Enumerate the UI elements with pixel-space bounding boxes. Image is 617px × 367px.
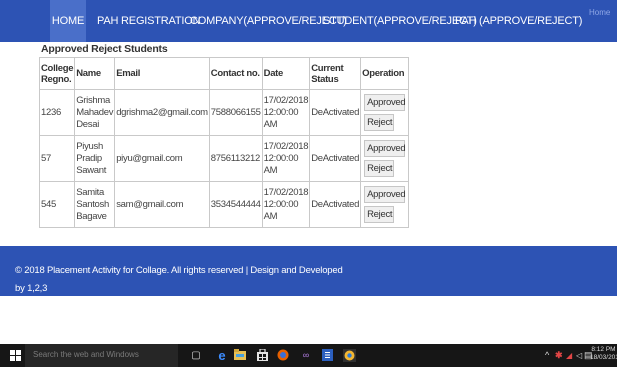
show-hidden-icons-chevron-icon[interactable]: ^: [545, 350, 549, 361]
page-footer: © 2018 Placement Activity for Collage. A…: [0, 246, 617, 296]
store-icon[interactable]: [256, 348, 268, 362]
reject-button[interactable]: Reject: [364, 113, 395, 131]
col-header-regno: College Regno.: [38, 57, 76, 90]
nav-home[interactable]: HOME: [50, 0, 86, 42]
cell-date: 17/02/2018 12:00:00 AM: [261, 135, 311, 182]
clock-date: 18/03/2018: [590, 354, 617, 361]
approve-button[interactable]: Approved: [364, 185, 406, 203]
page-title: Approved Reject Students: [41, 43, 168, 55]
table-header-row: College Regno. Name Email Contact no. Dat…: [38, 57, 410, 90]
cell-operation: Approved Reject: [360, 181, 410, 228]
search-placeholder: Search the web and Windows: [33, 350, 139, 359]
windows-start-icon[interactable]: [10, 350, 21, 361]
cell-contact: 3534544444: [208, 181, 263, 228]
network-icon[interactable]: ◢: [566, 350, 572, 361]
footer-credits: by 1,2,3: [15, 283, 48, 294]
cell-regno: 1236: [38, 89, 76, 136]
cell-operation: Approved Reject: [360, 89, 410, 136]
cell-email: sam@gmail.com: [114, 181, 210, 228]
table-row: 57 Piyush Pradip Sawant piyu@gmail.com 875…: [38, 135, 410, 182]
reject-button[interactable]: Reject: [364, 159, 395, 177]
students-table: College Regno. Name Email Contact no. Dat…: [38, 57, 410, 228]
approve-button[interactable]: Approved: [364, 139, 406, 157]
cell-date: 17/02/2018 12:00:00 AM: [261, 89, 311, 136]
col-header-status: Current Status: [309, 57, 362, 90]
table-row: 1236 Grishma Mahadev Desai dgrishma2@gmail…: [38, 89, 410, 136]
cell-regno: 545: [38, 181, 76, 228]
cell-status: DeActivated: [309, 135, 362, 182]
top-navbar: HOME PAH REGISTRATION COMPANY(APPROVE/RE…: [0, 0, 617, 42]
clock-time: 8:12 PM: [591, 346, 616, 353]
cell-date: 17/02/2018 12:00:00 AM: [261, 181, 311, 228]
word-icon[interactable]: [321, 349, 333, 362]
col-header-email: Email: [114, 57, 210, 90]
footer-copyright: © 2018 Placement Activity for Collage. A…: [15, 265, 343, 276]
edge-icon[interactable]: e: [216, 349, 228, 362]
cell-contact: 8756113212: [208, 135, 263, 182]
col-header-contact: Contact no.: [208, 57, 263, 90]
link-icon[interactable]: ∞: [300, 349, 312, 362]
cell-contact: 7588066155: [208, 89, 263, 136]
chrome-icon[interactable]: [343, 349, 356, 362]
volume-icon[interactable]: ◁: [576, 350, 582, 361]
cell-name: Piyush Pradip Sawant: [74, 135, 116, 182]
cell-status: DeActivated: [309, 89, 362, 136]
cell-name: Grishma Mahadev Desai: [74, 89, 116, 136]
col-header-date: Date: [261, 57, 311, 90]
file-explorer-icon[interactable]: [234, 349, 246, 362]
task-view-icon[interactable]: ▢: [190, 349, 202, 362]
taskbar-search-input[interactable]: Search the web and Windows: [25, 344, 178, 367]
nav-pah-registration[interactable]: PAH REGISTRATION: [97, 15, 201, 27]
cell-status: DeActivated: [309, 181, 362, 228]
firefox-icon[interactable]: [277, 349, 289, 362]
cell-regno: 57: [38, 135, 76, 182]
cell-operation: Approved Reject: [360, 135, 410, 182]
cell-email: piyu@gmail.com: [114, 135, 210, 182]
table-row: 545 Samita Santosh Bagave sam@gmail.com 35…: [38, 181, 410, 228]
nav-pah-approve-reject[interactable]: PAH (APPROVE/REJECT): [455, 15, 582, 27]
col-header-name: Name: [74, 57, 116, 90]
col-header-operation: Operation: [360, 57, 410, 90]
reject-button[interactable]: Reject: [364, 205, 395, 223]
windows-taskbar: Search the web and Windows ▢ e ∞ ^ ✱ ◢ ◁…: [0, 344, 617, 367]
cell-name: Samita Santosh Bagave: [74, 181, 116, 228]
nav-home-link[interactable]: Home: [589, 8, 610, 17]
approve-button[interactable]: Approved: [364, 93, 406, 111]
nav-student-approve-reject[interactable]: STUDENT(APPROVE/REJECT): [323, 15, 477, 27]
taskbar-clock[interactable]: 8:12 PM 18/03/2018: [590, 346, 617, 362]
security-alert-icon[interactable]: ✱: [555, 350, 563, 361]
cell-email: dgrishma2@gmail.com: [114, 89, 210, 136]
